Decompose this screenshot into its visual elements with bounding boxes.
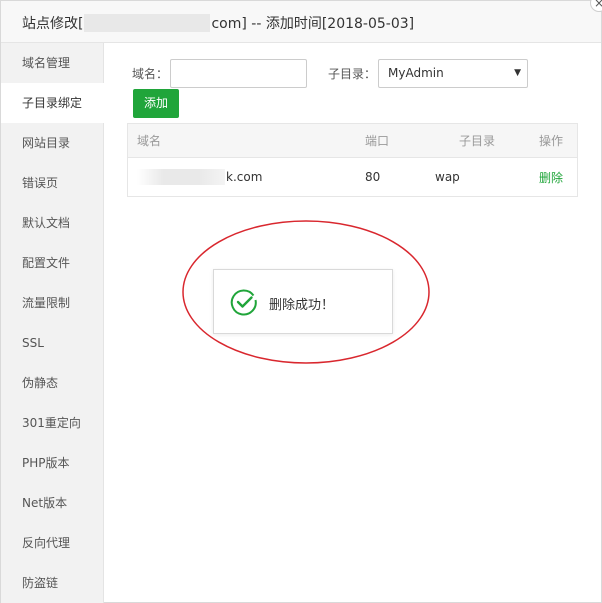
header-subdirectory: 子目录 <box>459 134 496 148</box>
binding-form: 域名： 子目录： MyAdmin ▼ <box>132 59 529 88</box>
sidebar-item-net-version[interactable]: Net版本 <box>1 483 103 523</box>
sidebar-item-config-file[interactable]: 配置文件 <box>1 243 103 283</box>
site-edit-dialog: 站点修改[ com] -- 添加时间[2018-05-03] 域名管理 子目录绑… <box>0 0 602 603</box>
dialog-title-bar: 站点修改[ com] -- 添加时间[2018-05-03] <box>1 1 601 43</box>
title-suffix: com] -- 添加时间[2018-05-03] <box>211 16 415 32</box>
main-content: 域名： 子目录： MyAdmin ▼ 添加 域名 端口 子目录 操作 k.com <box>104 43 601 603</box>
header-domain: 域名 <box>137 134 162 148</box>
sidebar-item-hotlink-protection[interactable]: 防盗链 <box>1 563 103 603</box>
row-domain-text: k.com <box>226 170 263 184</box>
add-button[interactable]: 添加 <box>133 89 179 118</box>
sidebar-item-site-directory[interactable]: 网站目录 <box>1 123 103 163</box>
sidebar-item-pseudo-static[interactable]: 伪静态 <box>1 363 103 403</box>
header-port: 端口 <box>365 134 390 148</box>
domain-input[interactable] <box>170 59 308 88</box>
sidebar-item-default-document[interactable]: 默认文档 <box>1 203 103 243</box>
dropdown-arrow-icon: ▼ <box>514 68 522 78</box>
redacted-domain-block <box>84 14 211 32</box>
check-circle-icon <box>230 289 257 316</box>
binding-table: 域名 端口 子目录 操作 k.com 80 wap 删除 <box>127 123 578 197</box>
sidebar: 域名管理 子目录绑定 网站目录 错误页 默认文档 配置文件 流量限制 SSL 伪… <box>1 43 104 603</box>
success-toast: 删除成功！ <box>213 269 393 334</box>
table-header: 域名 端口 子目录 操作 <box>128 124 577 158</box>
subdirectory-select[interactable]: MyAdmin ▼ <box>378 59 529 88</box>
sidebar-item-domain-management[interactable]: 域名管理 <box>1 43 103 83</box>
dialog-title: 站点修改[ com] -- 添加时间[2018-05-03] <box>22 13 414 33</box>
redacted-domain-block <box>137 169 225 185</box>
sidebar-item-php-version[interactable]: PHP版本 <box>1 443 103 483</box>
sidebar-item-error-page[interactable]: 错误页 <box>1 163 103 203</box>
toast-message: 删除成功！ <box>269 298 335 313</box>
domain-label: 域名： <box>132 67 169 81</box>
header-action: 操作 <box>539 134 564 148</box>
sidebar-item-reverse-proxy[interactable]: 反向代理 <box>1 523 103 563</box>
sidebar-item-traffic-limit[interactable]: 流量限制 <box>1 283 103 323</box>
subdirectory-label: 子目录： <box>328 67 377 81</box>
row-port: 80 <box>365 170 381 184</box>
row-domain: k.com <box>137 158 262 196</box>
sidebar-item-ssl[interactable]: SSL <box>1 323 103 363</box>
delete-link[interactable]: 删除 <box>539 158 563 196</box>
sidebar-item-subdirectory-binding[interactable]: 子目录绑定 <box>1 83 104 123</box>
subdirectory-selected-value: MyAdmin <box>388 66 444 80</box>
sidebar-item-301-redirect[interactable]: 301重定向 <box>1 403 103 443</box>
table-row: k.com 80 wap 删除 <box>128 158 577 196</box>
title-prefix: 站点修改[ <box>22 16 84 32</box>
row-subdirectory: wap <box>435 170 460 184</box>
